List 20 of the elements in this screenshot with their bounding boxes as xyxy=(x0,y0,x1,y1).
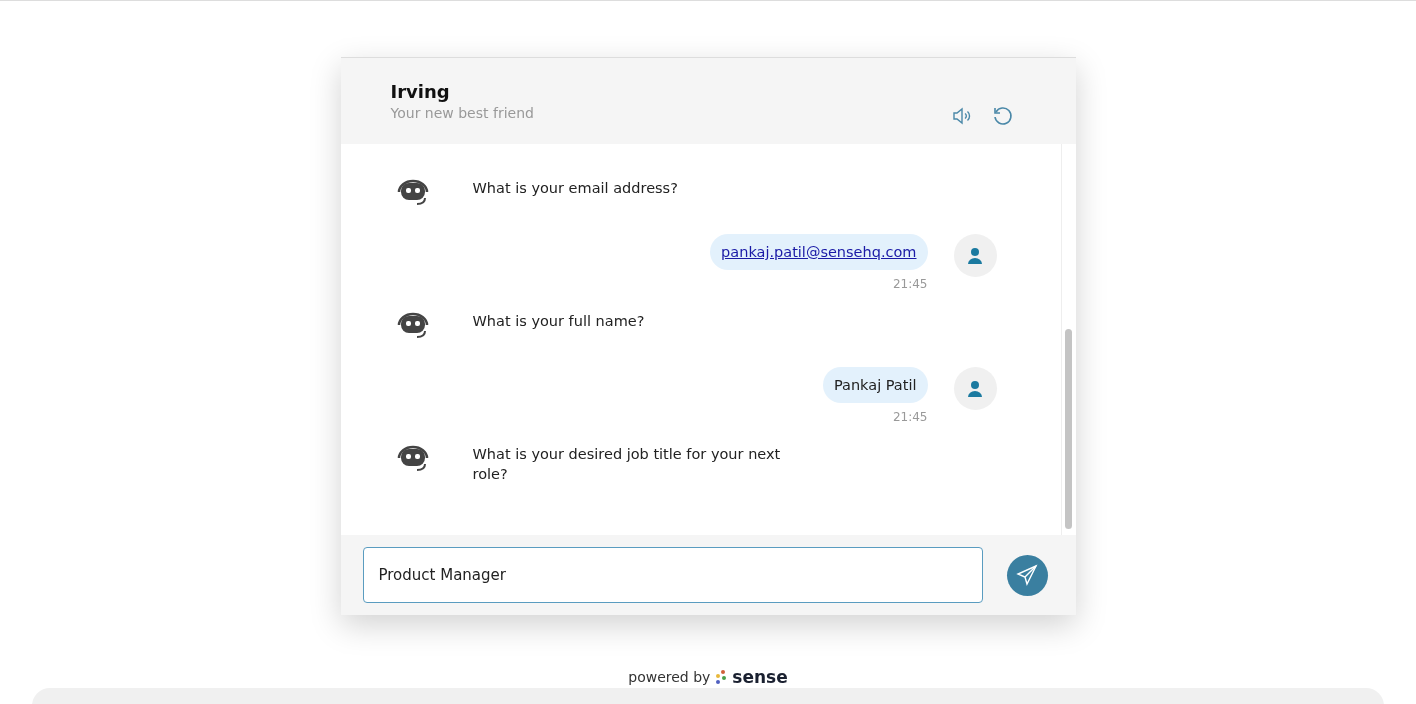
send-button[interactable] xyxy=(1006,554,1048,596)
message-input[interactable]: Product Manager xyxy=(362,547,983,603)
scrollbar-thumb[interactable] xyxy=(1064,329,1072,529)
message-time: 21:45 xyxy=(892,410,928,424)
bot-name: Irving xyxy=(390,81,451,102)
bot-message: What is your desired job title for your next role? xyxy=(472,445,782,484)
powered-by-label: powered by xyxy=(628,669,711,685)
bot-tagline: Your new best friend xyxy=(390,105,534,121)
speaker-icon[interactable] xyxy=(951,106,972,126)
refresh-icon[interactable] xyxy=(991,105,1014,127)
brand-name: sense xyxy=(732,667,788,687)
user-avatar xyxy=(953,367,997,410)
message-time: 21:45 xyxy=(892,277,928,291)
email-link[interactable]: pankaj.patil@sensehq.com xyxy=(721,244,917,260)
bot-message: What is your email address? xyxy=(472,179,679,198)
dots-logo-icon xyxy=(715,669,728,685)
bot-message: What is your full name? xyxy=(472,312,646,331)
send-icon xyxy=(1016,564,1038,586)
user-message: Pankaj Patil xyxy=(822,367,928,403)
user-avatar xyxy=(953,234,997,277)
